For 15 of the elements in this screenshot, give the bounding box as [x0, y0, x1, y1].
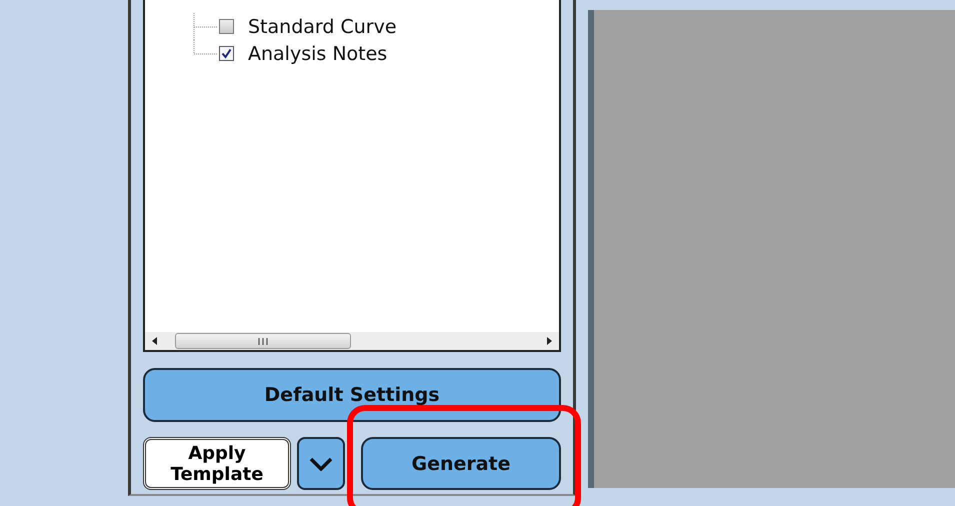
checkbox[interactable]	[219, 19, 234, 34]
default-settings-button[interactable]: Default Settings	[143, 368, 561, 422]
checkbox[interactable]	[219, 46, 234, 61]
scroll-left-icon[interactable]	[151, 337, 159, 345]
chevron-down-icon	[309, 456, 333, 470]
tree-item-label[interactable]: Analysis Notes	[248, 42, 388, 64]
grip-icon	[257, 338, 269, 344]
apply-template-button[interactable]: Apply Template	[143, 437, 291, 490]
check-icon	[220, 47, 233, 60]
generate-button[interactable]: Generate	[361, 437, 561, 490]
horizontal-scrollbar[interactable]	[145, 332, 559, 350]
scroll-thumb[interactable]	[175, 333, 351, 349]
scroll-right-icon[interactable]	[545, 337, 553, 345]
dropdown-button[interactable]	[297, 437, 345, 490]
tree-item-label[interactable]: Standard Curve	[248, 16, 397, 38]
